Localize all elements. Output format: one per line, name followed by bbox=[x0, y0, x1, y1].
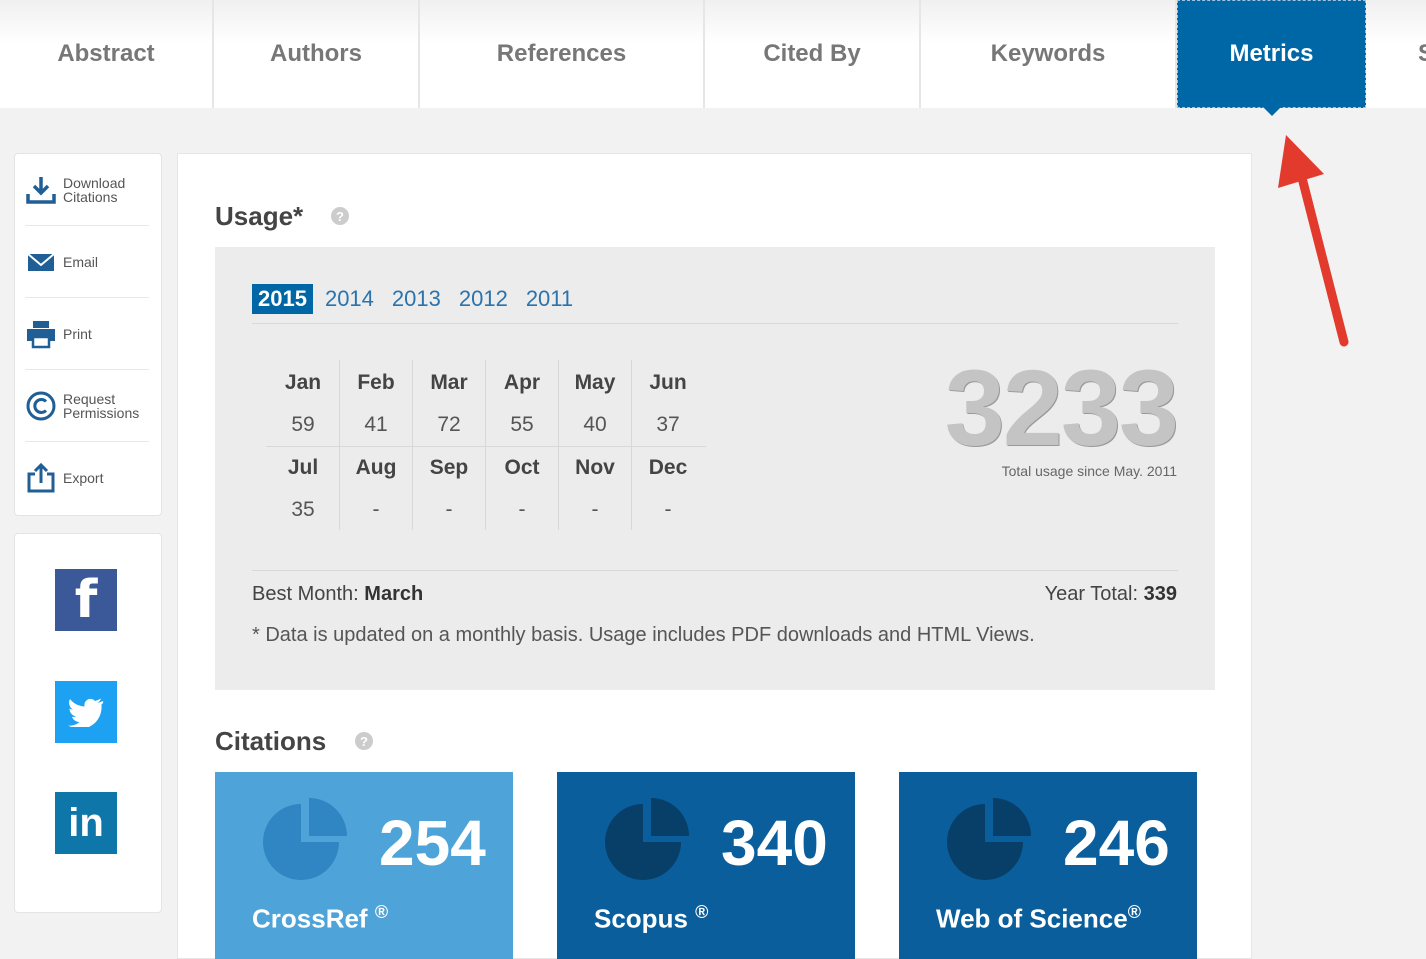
export-button[interactable]: Export bbox=[25, 442, 149, 514]
year-2012[interactable]: 2012 bbox=[459, 286, 508, 312]
month-value: - bbox=[664, 498, 672, 521]
email-icon bbox=[27, 252, 55, 271]
month-value: 35 bbox=[291, 498, 315, 521]
download-citations-button[interactable]: Download Citations bbox=[25, 154, 149, 226]
download-icon bbox=[26, 176, 56, 204]
month-label: Dec bbox=[648, 456, 688, 479]
month-label: Oct bbox=[504, 456, 540, 479]
month-label: Apr bbox=[503, 371, 541, 394]
best-month: Best Month: March bbox=[252, 583, 423, 606]
usage-footnote: * Data is updated on a monthly basis. Us… bbox=[252, 624, 1035, 646]
citations-help-icon[interactable]: ? bbox=[355, 732, 373, 750]
download-citations-label: Download Citations bbox=[63, 174, 126, 205]
month-value: - bbox=[372, 498, 380, 521]
scopus-count: 340 bbox=[721, 807, 828, 879]
month-label: Feb bbox=[357, 371, 395, 394]
metrics-panel: Usage* ? 2015 2014 2013 2012 2011 Jan Fe… bbox=[177, 153, 1252, 959]
scopus-citations-card[interactable]: 340 Scopus ® bbox=[557, 772, 855, 959]
social-share-panel: f in bbox=[14, 533, 162, 913]
crossref-count: 254 bbox=[379, 807, 486, 879]
year-2015[interactable]: 2015 bbox=[252, 284, 313, 314]
year-total-label: Year Total: bbox=[1044, 583, 1139, 605]
export-label: Export bbox=[63, 470, 104, 486]
month-value: - bbox=[445, 498, 453, 521]
crossref-label: CrossRef ® bbox=[252, 902, 389, 934]
divider bbox=[252, 570, 1178, 571]
month-label: Jul bbox=[287, 456, 319, 479]
pie-chart-icon bbox=[605, 798, 689, 880]
tab-next-label: S bbox=[1417, 40, 1426, 67]
year-2011[interactable]: 2011 bbox=[526, 286, 573, 312]
month-value: 72 bbox=[437, 413, 461, 436]
linkedin-icon: in bbox=[68, 800, 104, 845]
best-month-value: March bbox=[364, 583, 424, 605]
tools-panel: Download Citations Email Print Request Per… bbox=[14, 153, 162, 516]
web-of-science-citations-card[interactable]: 246 Web of Science® bbox=[899, 772, 1197, 959]
tab-references[interactable]: References bbox=[420, 0, 705, 108]
email-button[interactable]: Email bbox=[25, 226, 149, 298]
pie-chart-icon bbox=[263, 798, 347, 880]
annotation-arrow-icon bbox=[1278, 135, 1349, 347]
best-month-label: Best Month: bbox=[252, 583, 359, 605]
pie-chart-icon bbox=[947, 798, 1031, 880]
tab-next-partial[interactable]: S bbox=[1366, 0, 1426, 108]
twitter-icon bbox=[68, 698, 104, 727]
email-label: Email bbox=[63, 253, 99, 270]
twitter-share-button[interactable] bbox=[55, 681, 117, 743]
print-label: Print bbox=[63, 325, 92, 342]
print-button[interactable]: Print bbox=[25, 298, 149, 370]
request-permissions-button[interactable]: Request Permissions bbox=[25, 370, 149, 442]
month-label: Nov bbox=[575, 456, 615, 479]
web-of-science-count: 246 bbox=[1063, 807, 1170, 879]
month-label: Mar bbox=[430, 371, 468, 394]
row-divider bbox=[266, 446, 706, 447]
tab-bar: Abstract Authors References Cited By Key… bbox=[0, 0, 1426, 116]
year-selector: 2015 2014 2013 2012 2011 bbox=[252, 284, 591, 314]
tab-abstract[interactable]: Abstract bbox=[0, 0, 214, 108]
year-2014[interactable]: 2014 bbox=[325, 286, 374, 312]
month-label: Sep bbox=[429, 456, 469, 479]
year-total: Year Total: 339 bbox=[1045, 583, 1177, 606]
month-value: 40 bbox=[583, 413, 607, 436]
usage-box: 2015 2014 2013 2012 2011 Jan Feb Mar Apr… bbox=[215, 247, 1215, 690]
month-label: May bbox=[574, 371, 616, 394]
export-icon bbox=[27, 462, 55, 493]
copyright-icon bbox=[26, 391, 56, 420]
linkedin-share-button[interactable]: in bbox=[55, 792, 117, 854]
month-value: - bbox=[591, 498, 599, 521]
tab-cited-by[interactable]: Cited By bbox=[705, 0, 921, 108]
month-value: 41 bbox=[364, 413, 388, 436]
crossref-citations-card[interactable]: 254 CrossRef ® bbox=[215, 772, 513, 959]
total-usage-number: 3233 bbox=[944, 347, 1179, 468]
usage-help-icon[interactable]: ? bbox=[331, 207, 349, 225]
year-total-value: 339 bbox=[1143, 583, 1177, 605]
print-icon bbox=[27, 320, 55, 348]
citations-heading: Citations bbox=[215, 726, 327, 756]
month-value: 37 bbox=[656, 413, 680, 436]
request-permissions-label: Request Permissions bbox=[63, 390, 140, 421]
month-label: Jan bbox=[284, 371, 322, 394]
month-label: Aug bbox=[355, 456, 397, 479]
month-value: - bbox=[518, 498, 526, 521]
month-value: 59 bbox=[291, 413, 315, 436]
total-usage-caption: Total usage since May. 2011 bbox=[1001, 463, 1177, 479]
tab-metrics[interactable]: Metrics bbox=[1177, 0, 1366, 116]
month-value: 55 bbox=[510, 413, 534, 436]
tab-authors[interactable]: Authors bbox=[214, 0, 420, 108]
month-label: Jun bbox=[649, 371, 687, 394]
facebook-share-button[interactable]: f bbox=[55, 569, 117, 631]
year-2013[interactable]: 2013 bbox=[392, 286, 441, 312]
divider bbox=[252, 323, 1178, 324]
web-of-science-label: Web of Science® bbox=[936, 902, 1141, 934]
scopus-label: Scopus ® bbox=[594, 902, 709, 934]
tab-keywords[interactable]: Keywords bbox=[921, 0, 1177, 108]
facebook-icon: f bbox=[74, 570, 98, 630]
usage-heading: Usage* bbox=[215, 201, 304, 231]
